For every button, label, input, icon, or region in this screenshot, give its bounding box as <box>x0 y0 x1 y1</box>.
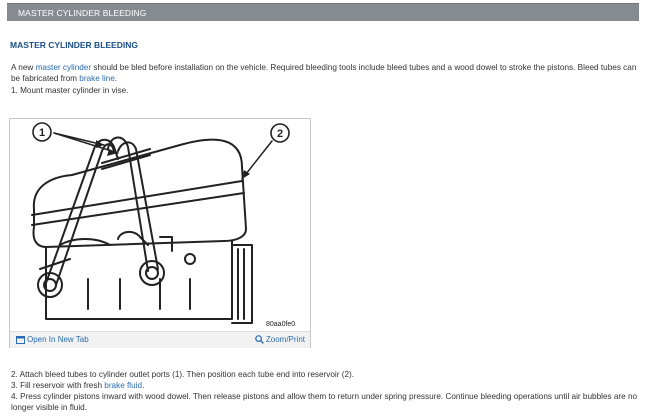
leader-arrow-1b <box>53 132 119 154</box>
cylinder-end <box>231 244 253 324</box>
figure-footer: Open In New Tab Zoom/Print <box>10 331 310 348</box>
section-title: MASTER CYLINDER BLEEDING <box>10 40 138 50</box>
header-bar: MASTER CYLINDER BLEEDING <box>7 3 639 21</box>
open-in-new-tab-label: Open In New Tab <box>27 335 89 344</box>
step-1: 1. Mount master cylinder in vise. <box>11 86 129 95</box>
open-in-new-tab-link[interactable]: Open In New Tab <box>16 335 89 344</box>
master-cylinder-diagram: 1 2 80aa0fe0 <box>31 122 295 328</box>
intro-paragraph: A new master cylinder should be bled bef… <box>11 62 637 84</box>
callout-2-label: 2 <box>277 128 283 140</box>
step-3-text-2: . <box>142 381 145 390</box>
outlet-port-right <box>139 260 165 286</box>
brake-line-link[interactable]: brake line <box>79 74 115 83</box>
magnifier-icon <box>255 335 264 345</box>
cylinder-body <box>39 238 233 320</box>
external-window-icon <box>16 335 25 344</box>
figure-code: 80aa0fe0 <box>266 321 295 328</box>
intro-text-3: . <box>114 74 118 84</box>
master-cylinder-link[interactable]: master cylinder <box>36 63 92 72</box>
zoom-print-link[interactable]: Zoom/Print <box>255 335 305 345</box>
header-title: MASTER CYLINDER BLEEDING <box>18 8 147 18</box>
step-3: 3. Fill reservoir with fresh brake fluid… <box>11 380 639 391</box>
intro-text-1: A new <box>11 63 36 72</box>
callout-1-label: 1 <box>39 127 45 139</box>
steps-list: 2. Attach bleed tubes to cylinder outlet… <box>11 369 639 413</box>
step-4: 4. Press cylinder pistons inward with wo… <box>11 392 638 412</box>
step-2: 2. Attach bleed tubes to cylinder outlet… <box>11 370 355 379</box>
zoom-print-label: Zoom/Print <box>265 335 305 344</box>
step-3-text-1: 3. Fill reservoir with fresh <box>11 381 105 390</box>
figure-frame: 1 2 80aa0fe0 Open In New Tab Zoom/Print <box>9 118 311 348</box>
brake-fluid-link[interactable]: brake fluid <box>104 381 142 390</box>
